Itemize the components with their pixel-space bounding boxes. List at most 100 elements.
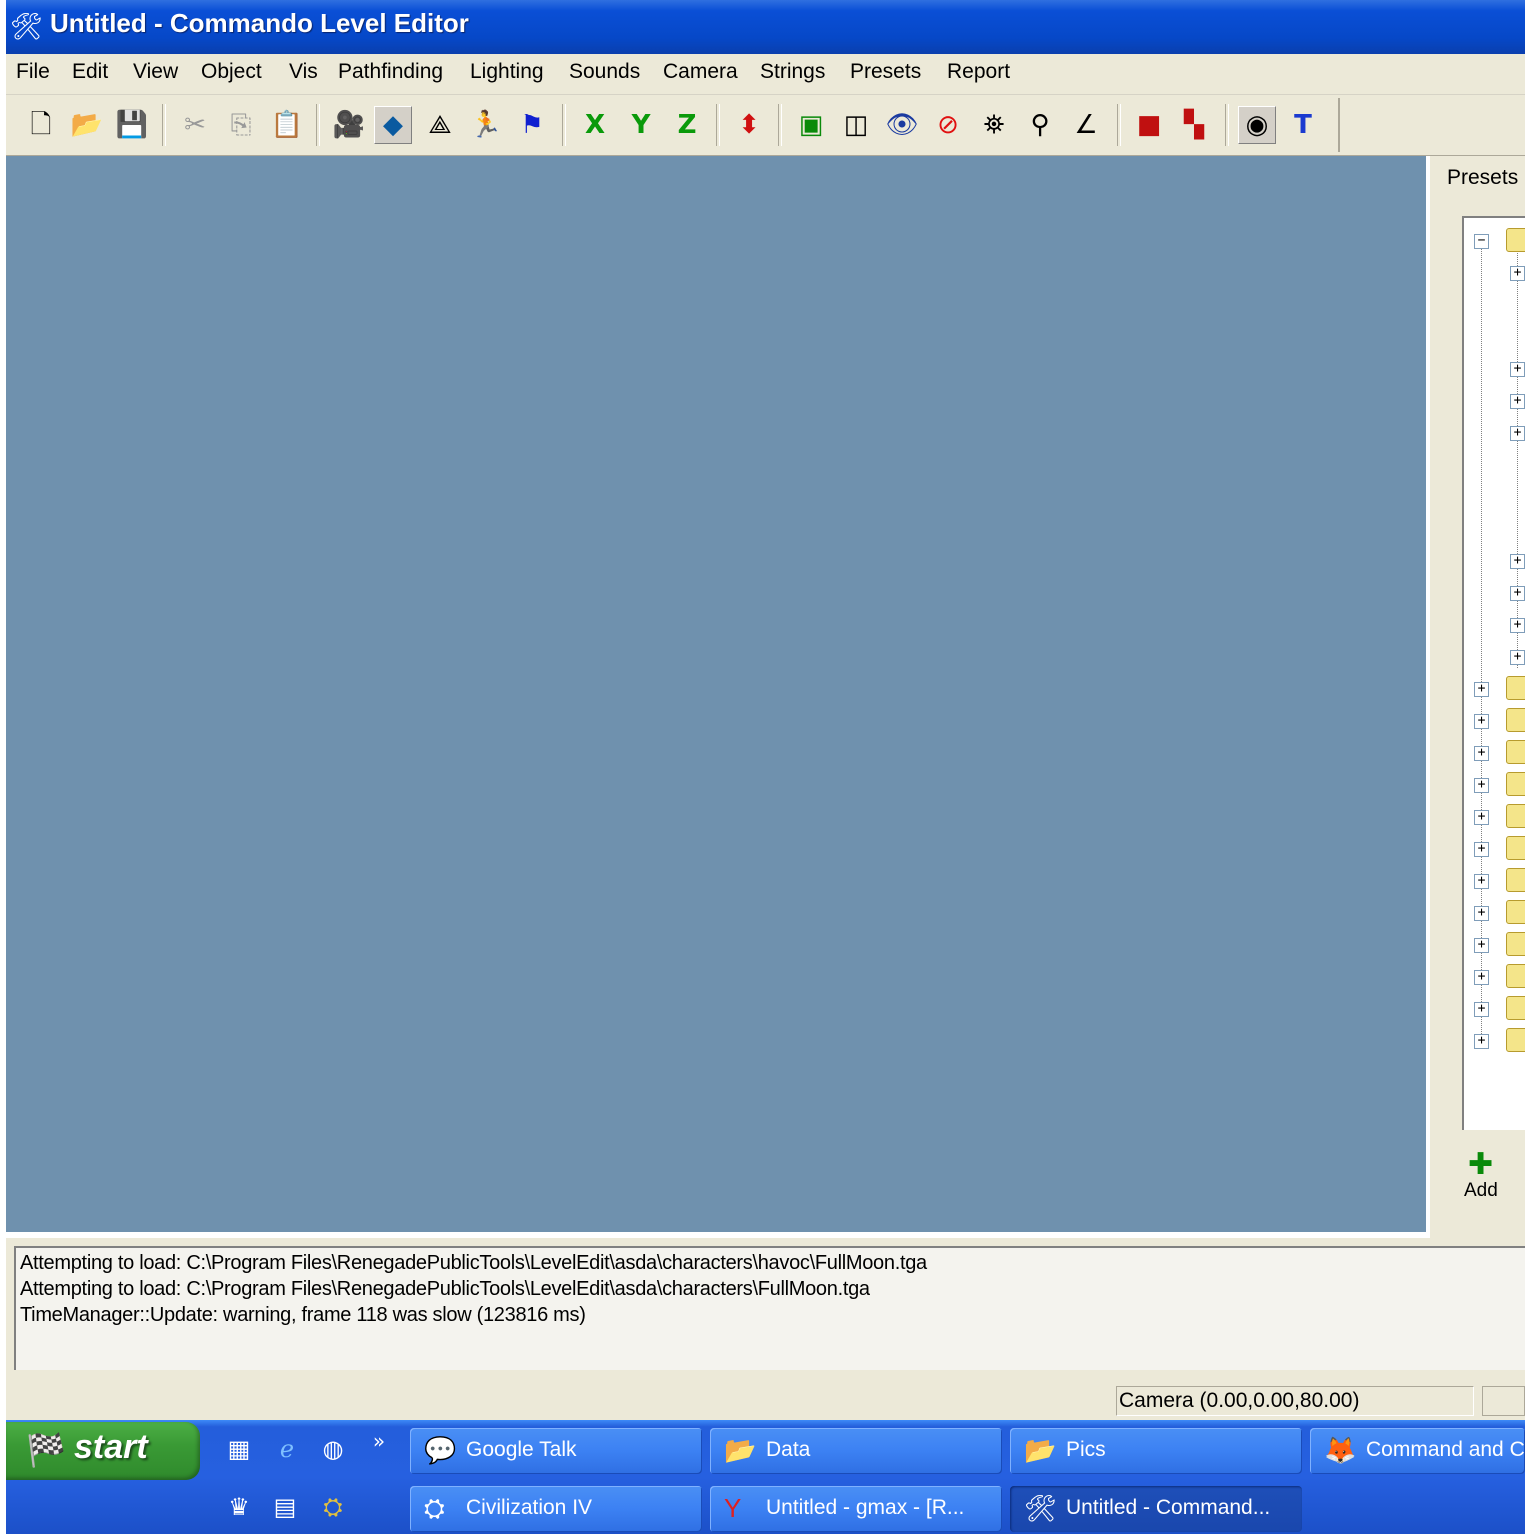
task-label: Data (766, 1438, 811, 1461)
menu-edit[interactable]: Edit (72, 60, 108, 84)
folder-icon (1506, 868, 1525, 892)
tree-expand-toggle[interactable]: + (1474, 810, 1489, 825)
tree-line (1517, 248, 1518, 668)
task-label: Command and C (1366, 1438, 1525, 1461)
menu-sounds[interactable]: Sounds (569, 60, 640, 84)
tree-expand-toggle[interactable]: + (1474, 1034, 1489, 1049)
toolbar-separator (1117, 104, 1121, 146)
menu-pathfinding[interactable]: Pathfinding (338, 60, 443, 84)
presets-tree[interactable]: − + + + + + + + + + + + + + + + + + + + … (1462, 216, 1525, 1130)
tree-collapse-toggle[interactable]: − (1474, 234, 1489, 249)
battlefield-2142-icon[interactable]: ▦ (224, 1434, 254, 1464)
tree-expand-toggle[interactable]: + (1510, 586, 1525, 601)
tree-expand-toggle[interactable]: + (1474, 778, 1489, 793)
tree-expand-toggle[interactable]: + (1474, 1002, 1489, 1017)
task-data-folder[interactable]: 📂 Data (710, 1428, 1002, 1474)
menu-object[interactable]: Object (201, 60, 262, 84)
tree-expand-toggle[interactable]: + (1474, 682, 1489, 697)
task-pics-folder[interactable]: 📂 Pics (1010, 1428, 1302, 1474)
toolbar-separator (316, 104, 320, 146)
object-manipulate-icon[interactable]: ⟁ (421, 106, 459, 144)
log-line: Attempting to load: C:\Program Files\Ren… (20, 1278, 870, 1300)
tree-expand-toggle[interactable]: + (1510, 554, 1525, 569)
copy-icon[interactable]: ⎘ (222, 106, 260, 144)
wireframe-cube-icon[interactable]: ◫ (837, 106, 875, 144)
menu-report[interactable]: Report (947, 60, 1010, 84)
x-axis-lock-icon[interactable]: X (576, 106, 614, 144)
folder-icon: 📂 (1024, 1435, 1057, 1465)
3d-viewport[interactable] (6, 156, 1426, 1232)
menu-vis[interactable]: Vis (289, 60, 318, 84)
globe-app-icon[interactable]: ◍ (318, 1434, 348, 1464)
tree-expand-toggle[interactable]: + (1510, 266, 1525, 281)
hide-object-icon[interactable]: ⊘ (929, 106, 967, 144)
menu-camera[interactable]: Camera (663, 60, 738, 84)
tree-line (1481, 248, 1482, 1044)
folder-icon (1506, 836, 1525, 860)
y-axis-lock-icon[interactable]: Y (622, 106, 660, 144)
add-plus-icon[interactable]: ✚ (1468, 1150, 1493, 1180)
menu-bar: File Edit View Object Vis Pathfinding Li… (6, 54, 1525, 95)
internet-explorer-icon[interactable]: ℯ (272, 1434, 302, 1464)
menu-lighting[interactable]: Lighting (470, 60, 544, 84)
color-blocks-icon[interactable]: ▚ (1175, 106, 1213, 144)
menu-view[interactable]: View (133, 60, 178, 84)
open-folder-icon[interactable]: 📂 (68, 106, 106, 144)
quicklaunch-overflow-icon[interactable]: » (364, 1426, 394, 1456)
menu-file[interactable]: File (16, 60, 50, 84)
gmax-icon: Y (724, 1493, 742, 1523)
z-axis-lock-icon[interactable]: Z (668, 106, 706, 144)
tree-expand-toggle[interactable]: + (1510, 650, 1525, 665)
vis-point-icon[interactable]: ⛯ (975, 106, 1013, 144)
game-launcher-icon[interactable]: ♛ (224, 1492, 254, 1522)
save-icon[interactable]: 💾 (113, 106, 151, 144)
firefox-icon: 🦊 (1324, 1435, 1357, 1465)
tree-expand-toggle[interactable]: + (1474, 746, 1489, 761)
cut-icon[interactable]: ✂ (176, 106, 214, 144)
new-file-icon[interactable]: 🗋 (22, 106, 60, 144)
angle-tool-icon[interactable]: ∠ (1067, 106, 1105, 144)
speech-bubble-icon: 💬 (424, 1435, 457, 1465)
tree-expand-toggle[interactable]: + (1510, 426, 1525, 441)
camera-position-status: Camera (0.00,0.00,80.00) (1116, 1386, 1474, 1416)
folder-icon (1506, 932, 1525, 956)
text-tool-icon[interactable]: T (1284, 106, 1322, 144)
color-cube-icon[interactable]: ■ (1130, 106, 1168, 144)
civilization-icon[interactable]: ⛭ (318, 1492, 348, 1522)
task-civilization[interactable]: ⛭ Civilization IV (410, 1486, 702, 1532)
toolbar-separator (716, 104, 720, 146)
waypath-flag-icon[interactable]: ⚑ (513, 106, 551, 144)
tree-expand-toggle[interactable]: + (1510, 618, 1525, 633)
drop-to-ground-icon[interactable]: ⬍ (730, 106, 768, 144)
vis-camera-icon[interactable]: ⚲ (1021, 106, 1059, 144)
visibility-eye-icon[interactable]: 👁 (883, 106, 921, 144)
tree-expand-toggle[interactable]: + (1474, 906, 1489, 921)
task-firefox[interactable]: 🦊 Command and C (1310, 1428, 1525, 1474)
tree-expand-toggle[interactable]: + (1474, 938, 1489, 953)
tree-expand-toggle[interactable]: + (1474, 714, 1489, 729)
menu-presets[interactable]: Presets (850, 60, 921, 84)
tree-expand-toggle[interactable]: + (1474, 874, 1489, 889)
tree-expand-toggle[interactable]: + (1510, 362, 1525, 377)
walk-mode-icon[interactable]: 🏃 (467, 106, 505, 144)
camera-icon[interactable]: 🎥 (330, 106, 368, 144)
folder-icon (1506, 740, 1525, 764)
fly-mode-icon[interactable]: ◆ (374, 106, 412, 144)
folder-icon (1506, 1028, 1525, 1052)
tree-expand-toggle[interactable]: + (1474, 842, 1489, 857)
paste-icon[interactable]: 📋 (268, 106, 306, 144)
tree-expand-toggle[interactable]: + (1510, 394, 1525, 409)
tree-expand-toggle[interactable]: + (1474, 970, 1489, 985)
task-google-talk[interactable]: 💬 Google Talk (410, 1428, 702, 1474)
view-mode-eye-icon[interactable]: ◉ (1238, 106, 1276, 144)
window-title: Untitled - Commando Level Editor (50, 8, 469, 38)
task-gmax[interactable]: Y Untitled - gmax - [R... (710, 1486, 1002, 1532)
task-level-editor[interactable]: 🛠 Untitled - Command... (1010, 1486, 1302, 1532)
add-preset-button[interactable]: Add (1464, 1180, 1498, 1202)
notepad-icon[interactable]: ▤ (270, 1492, 300, 1522)
menu-strings[interactable]: Strings (760, 60, 825, 84)
task-label: Pics (1066, 1438, 1106, 1461)
task-label: Civilization IV (466, 1496, 593, 1519)
solid-cube-icon[interactable]: ▣ (792, 106, 830, 144)
wrench-hammer-icon: 🛠 (1024, 1493, 1058, 1523)
